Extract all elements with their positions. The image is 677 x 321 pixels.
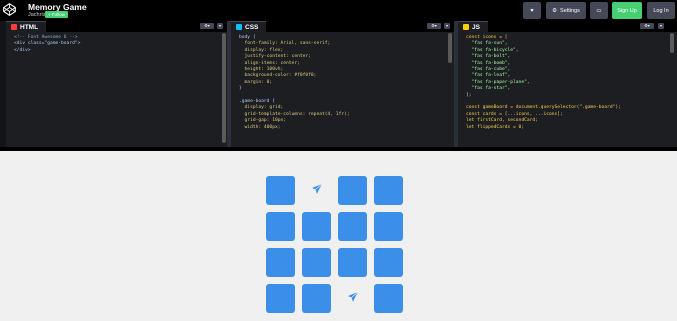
code-line: let firstCard, secondCard; [466, 118, 538, 124]
js-scrollbar[interactable] [670, 33, 674, 53]
html-panel-header: HTML ⚙▾ ▾ [6, 21, 227, 32]
heart-icon: ♥ [530, 7, 534, 14]
html-gutter [6, 32, 13, 147]
js-panel-icon [463, 24, 469, 30]
html-tab-label: HTML [20, 23, 39, 31]
html-collapse-button[interactable]: ▾ [217, 23, 223, 29]
code-line: grid-gap: 10px; [239, 118, 287, 124]
layout-icon: ▭ [596, 7, 602, 14]
tab-js[interactable]: JS [458, 21, 488, 32]
code-line: justify-content: center; [239, 54, 311, 60]
code-line: const gameBoard = document.querySelector… [466, 105, 621, 111]
js-tab-label: JS [472, 23, 480, 31]
code-line: "fas fa-star", [466, 86, 511, 92]
preview-pane [0, 147, 677, 321]
game-card[interactable] [374, 212, 403, 241]
gear-icon: ⚙ [552, 7, 558, 14]
css-settings-button[interactable]: ⚙▾ [427, 23, 441, 29]
tab-css[interactable]: CSS [231, 21, 267, 32]
code-line: display: flex; [239, 47, 284, 53]
code-line: const icons = [ [466, 35, 508, 40]
code-line: font-family: Arial, sans-serif; [239, 41, 331, 47]
html-code[interactable]: <!-- Font Awesome 6 --> <div class="game… [14, 35, 80, 54]
code-line: align-items: center; [239, 60, 300, 66]
codepen-logo-icon[interactable] [3, 3, 16, 16]
css-scrollbar[interactable] [448, 33, 452, 63]
game-card[interactable] [302, 248, 331, 277]
css-code[interactable]: body { font-family: Arial, sans-serif; d… [239, 35, 350, 131]
editor-panels: HTML ⚙▾ ▾ <!-- Font Awesome 6 --> <div c… [0, 21, 677, 147]
sign-up-button[interactable]: Sign Up [612, 2, 642, 19]
game-card[interactable] [266, 176, 295, 205]
game-card[interactable] [302, 212, 331, 241]
game-card[interactable] [266, 248, 295, 277]
game-card[interactable] [338, 212, 367, 241]
game-card[interactable] [302, 284, 331, 313]
js-gutter [458, 32, 465, 147]
code-line: <!-- Font Awesome 6 --> [14, 35, 78, 40]
html-settings-button[interactable]: ⚙▾ [200, 23, 214, 29]
js-panel-header: JS ⚙▾ ▾ [458, 21, 677, 32]
log-in-button[interactable]: Log In [647, 2, 675, 19]
like-button[interactable]: ♥ [523, 2, 541, 19]
code-line: grid-template-columns: repeat(4, 1fr); [239, 111, 350, 117]
game-card[interactable] [338, 248, 367, 277]
game-card[interactable] [374, 284, 403, 313]
follow-button[interactable]: + Follow [45, 11, 68, 18]
code-line: "fas fa-bicycle", [466, 47, 519, 53]
code-line: width: 400px; [239, 124, 281, 130]
game-card-revealed[interactable] [302, 176, 331, 205]
code-line: "fas fa-leaf", [466, 73, 511, 79]
game-card[interactable] [374, 248, 403, 277]
code-line: let flippedCards = 0; [466, 124, 525, 130]
code-line: } [239, 86, 242, 92]
html-panel-icon [11, 24, 17, 30]
settings-label: Settings [560, 7, 580, 14]
code-line: display: grid; [239, 105, 284, 111]
game-card[interactable] [266, 284, 295, 313]
css-panel-icon [236, 24, 242, 30]
code-line: "fas fa-cube", [466, 67, 511, 73]
code-line: body { [239, 35, 256, 40]
tab-html[interactable]: HTML [6, 21, 47, 32]
code-line: "fas fa-bomb", [466, 60, 511, 66]
code-line: background-color: #f0f0f0; [239, 73, 317, 79]
js-panel: JS ⚙▾ ▾ const icons = [ "fas fa-sun", "f… [458, 21, 677, 147]
css-panel-header: CSS ⚙▾ ▾ [231, 21, 454, 32]
game-card-revealed[interactable] [338, 284, 367, 313]
settings-button[interactable]: ⚙ Settings [546, 2, 586, 19]
code-line: </div> [14, 47, 31, 53]
css-gutter [231, 32, 238, 147]
paper-plane-icon [347, 290, 359, 308]
html-panel: HTML ⚙▾ ▾ <!-- Font Awesome 6 --> <div c… [6, 21, 227, 147]
js-code[interactable]: const icons = [ "fas fa-sun", "fas fa-bi… [466, 35, 621, 131]
code-line: const cards = [...icons, ...icons]; [466, 111, 563, 117]
code-line: ]; [466, 92, 472, 98]
change-view-button[interactable]: ▭ [590, 2, 608, 19]
code-line: <div class="game-board"> [14, 41, 81, 47]
game-card[interactable] [374, 176, 403, 205]
code-line: "fas fa-sun", [466, 41, 508, 47]
js-collapse-button[interactable]: ▾ [658, 23, 664, 29]
css-collapse-button[interactable]: ▾ [444, 23, 450, 29]
code-line: "fas fa-bolt", [466, 54, 511, 60]
css-tab-label: CSS [245, 23, 259, 31]
code-line: .game-board { [239, 99, 275, 105]
html-scrollbar[interactable] [222, 33, 226, 143]
game-card[interactable] [266, 212, 295, 241]
code-line: height: 100vh; [239, 67, 284, 73]
paper-plane-icon [311, 182, 323, 200]
css-panel: CSS ⚙▾ ▾ body { font-family: Arial, sans… [231, 21, 454, 147]
js-settings-button[interactable]: ⚙▾ [640, 23, 654, 29]
game-card[interactable] [338, 176, 367, 205]
top-bar: Memory Game Jachris Design + Follow ♥ ⚙ … [0, 0, 677, 21]
code-line: margin: 0; [239, 79, 273, 85]
code-line: "fas fa-paper-plane", [466, 79, 530, 85]
